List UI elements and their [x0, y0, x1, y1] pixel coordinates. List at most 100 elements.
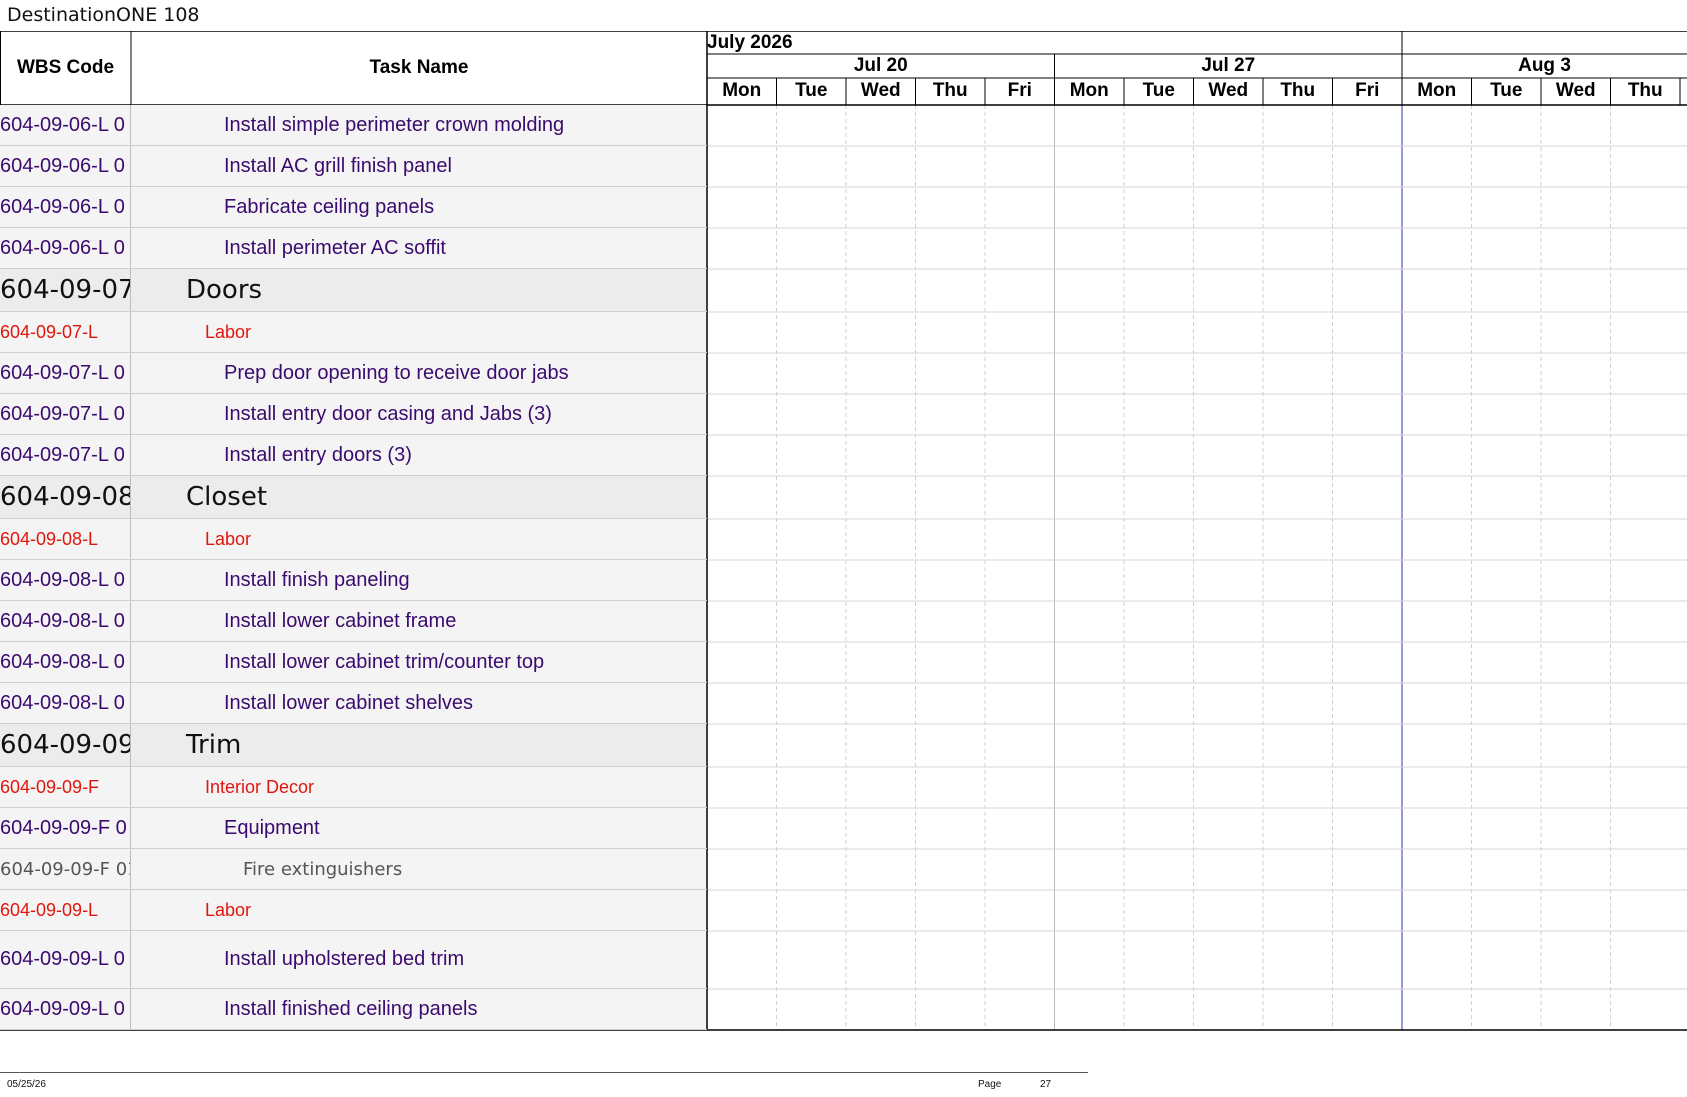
wbs-code: 604-09-08-L — [0, 528, 99, 549]
wbs-code-cell[interactable]: 604-09-06-L 0 — [0, 187, 131, 227]
task-name-cell[interactable]: Prep door opening to receive door jabs — [131, 353, 706, 393]
task-name-cell[interactable]: Install finish paneling — [131, 560, 706, 600]
task-name: Equipment — [224, 816, 320, 839]
day-header: Wed — [860, 80, 901, 101]
task-name-cell[interactable]: Labor — [131, 519, 706, 559]
wbs-code: 604-09-09-L 0 — [0, 997, 125, 1020]
group-row[interactable]: 604-09-09 Trim — [0, 724, 707, 767]
task-name-cell[interactable]: Install entry door casing and Jabs (3) — [131, 394, 706, 434]
task-name: Trim — [186, 730, 242, 760]
wbs-code-cell[interactable]: 604-09-09-F — [0, 767, 131, 807]
task-row[interactable]: 604-09-06-L 0 Install AC grill finish pan… — [0, 146, 707, 187]
wbs-code-cell[interactable]: 604-09-07-L 0 — [0, 435, 131, 475]
wbs-code-cell[interactable]: 604-09-08-L 0 — [0, 642, 131, 682]
wbs-code: 604-09-08-L 0 — [0, 568, 125, 591]
task-row[interactable]: 604-09-09-F 01 Fire extinguishers — [0, 849, 707, 890]
task-name: Install AC grill finish panel — [224, 154, 452, 177]
task-name: Fire extinguishers — [243, 858, 403, 880]
wbs-column-header[interactable]: WBS Code — [0, 31, 131, 105]
task-row[interactable]: 604-09-06-L 0 Install perimeter AC soffit — [0, 228, 707, 269]
wbs-code-cell[interactable]: 604-09-08 — [0, 476, 131, 518]
wbs-code: 604-09-08-L 0 — [0, 691, 125, 714]
wbs-code-cell[interactable]: 604-09-08-L 0 — [0, 560, 131, 600]
task-name-cell[interactable]: Install simple perimeter crown molding — [131, 105, 706, 145]
wbs-code: 604-09-08-L 0 — [0, 650, 125, 673]
task-row[interactable]: 604-09-08-L 0 Install lower cabinet shelv… — [0, 683, 707, 724]
task-name: Install simple perimeter crown molding — [224, 113, 565, 136]
wbs-code: 604-09-07-L 0 — [0, 443, 125, 466]
category-row[interactable]: 604-09-08-L Labor — [0, 519, 707, 560]
task-name-cell[interactable]: Interior Decor — [131, 767, 706, 807]
task-name-cell[interactable]: Trim — [131, 724, 706, 766]
task-name-cell[interactable]: Fire extinguishers — [131, 849, 706, 889]
task-row[interactable]: 604-09-09-F 0 Equipment — [0, 808, 707, 849]
category-row[interactable]: 604-09-09-L Labor — [0, 890, 707, 931]
task-name-cell[interactable]: Install AC grill finish panel — [131, 146, 706, 186]
wbs-code-cell[interactable]: 604-09-08-L 0 — [0, 683, 131, 723]
task-name-cell[interactable]: Install lower cabinet frame — [131, 601, 706, 641]
wbs-code: 604-09-07-L 0 — [0, 361, 125, 384]
task-row[interactable]: 604-09-07-L 0 Prep door opening to receiv… — [0, 353, 707, 394]
category-row[interactable]: 604-09-07-L Labor — [0, 312, 707, 353]
category-row[interactable]: 604-09-09-F Interior Decor — [0, 767, 707, 808]
task-name: Install finished ceiling panels — [224, 997, 478, 1020]
task-name: Fabricate ceiling panels — [224, 195, 435, 218]
day-header: Mon — [722, 80, 762, 101]
wbs-code-cell[interactable]: 604-09-08-L — [0, 519, 131, 559]
day-header: Wed — [1555, 80, 1596, 101]
wbs-code-cell[interactable]: 604-09-06-L 0 — [0, 146, 131, 186]
task-name: Interior Decor — [205, 776, 315, 797]
footer-divider — [0, 1072, 1088, 1073]
task-name-cell[interactable]: Fabricate ceiling panels — [131, 187, 706, 227]
task-name-cell[interactable]: Install entry doors (3) — [131, 435, 706, 475]
month-header — [1402, 31, 1687, 54]
task-row[interactable]: 604-09-08-L 0 Install lower cabinet frame — [0, 601, 707, 642]
wbs-code: 604-09-06-L 0 — [0, 195, 125, 218]
task-row[interactable]: 604-09-08-L 0 Install lower cabinet trim/… — [0, 642, 707, 683]
task-name-cell[interactable]: Install upholstered bed trim — [131, 931, 706, 988]
task-name-cell[interactable]: Install lower cabinet trim/counter top — [131, 642, 706, 682]
wbs-code-cell[interactable]: 604-09-07-L 0 — [0, 394, 131, 434]
task-name-cell[interactable]: Install lower cabinet shelves — [131, 683, 706, 723]
task-row[interactable]: 604-09-09-L 0 Install finished ceiling pa… — [0, 989, 707, 1030]
week-header: Jul 20 — [853, 55, 908, 76]
task-row[interactable]: 604-09-08-L 0 Install finish paneling — [0, 560, 707, 601]
task-column-header[interactable]: Task Name — [131, 31, 707, 105]
wbs-code: 604-09-09-F 0 — [0, 816, 127, 839]
day-header: Tue — [1490, 80, 1523, 101]
wbs-code: 604-09-08 — [0, 482, 131, 512]
wbs-code: 604-09-07-L 0 — [0, 402, 125, 425]
task-name-cell[interactable]: Closet — [131, 476, 706, 518]
task-row[interactable]: 604-09-07-L 0 Install entry door casing a… — [0, 394, 707, 435]
task-name-cell[interactable]: Doors — [131, 269, 706, 311]
task-name-cell[interactable]: Equipment — [131, 808, 706, 848]
wbs-code-cell[interactable]: 604-09-06-L 0 — [0, 228, 131, 268]
task-row[interactable]: 604-09-07-L 0 Install entry doors (3) — [0, 435, 707, 476]
wbs-code: 604-09-09-L 0 — [0, 948, 125, 970]
task-row[interactable]: 604-09-06-L 0 Install simple perimeter cr… — [0, 105, 707, 146]
wbs-code-cell[interactable]: 604-09-09-L — [0, 890, 131, 930]
task-name-cell[interactable]: Install finished ceiling panels — [131, 989, 706, 1029]
wbs-code-cell[interactable]: 604-09-07-L 0 — [0, 353, 131, 393]
wbs-code-cell[interactable]: 604-09-09-F 0 — [0, 808, 131, 848]
task-name-cell[interactable]: Install perimeter AC soffit — [131, 228, 706, 268]
task-row[interactable]: 604-09-06-L 0 Fabricate ceiling panels — [0, 187, 707, 228]
wbs-code-cell[interactable]: 604-09-09-L 0 — [0, 989, 131, 1029]
wbs-code-cell[interactable]: 604-09-06-L 0 — [0, 105, 131, 145]
wbs-code: 604-09-09-F 01 — [0, 858, 131, 880]
wbs-code-cell[interactable]: 604-09-07-L — [0, 312, 131, 352]
wbs-code-cell[interactable]: 604-09-08-L 0 — [0, 601, 131, 641]
wbs-code-cell[interactable]: 604-09-09-F 01 — [0, 849, 131, 889]
week-header: Aug 3 — [1518, 55, 1571, 76]
group-row[interactable]: 604-09-07 Doors — [0, 269, 707, 312]
wbs-code: 604-09-06-L 0 — [0, 154, 125, 177]
wbs-code: 604-09-07-L — [0, 321, 99, 342]
wbs-code-cell[interactable]: 604-09-07 — [0, 269, 131, 311]
wbs-code-cell[interactable]: 604-09-09 — [0, 724, 131, 766]
group-row[interactable]: 604-09-08 Closet — [0, 476, 707, 519]
task-row[interactable]: 604-09-09-L 0 Install upholstered bed tri… — [0, 931, 707, 989]
wbs-code-cell[interactable]: 604-09-09-L 0 — [0, 931, 131, 988]
task-name-cell[interactable]: Labor — [131, 890, 706, 930]
day-header: Mon — [1417, 80, 1457, 101]
task-name-cell[interactable]: Labor — [131, 312, 706, 352]
